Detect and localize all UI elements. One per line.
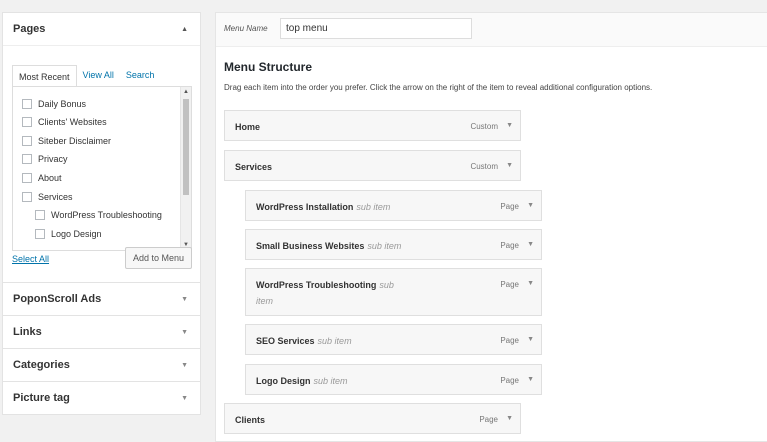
checklist-item[interactable]: Clients' Websites bbox=[22, 117, 107, 127]
caret-down-icon[interactable]: ▼ bbox=[181, 362, 190, 369]
menu-item-title: WordPress Installation sub item bbox=[256, 202, 391, 212]
checklist-item[interactable]: About bbox=[22, 173, 62, 183]
pages-checklist[interactable]: Daily Bonus Clients' Websites Siteber Di… bbox=[12, 86, 192, 251]
scroll-up-arrow-icon[interactable]: ▲ bbox=[181, 89, 191, 95]
menu-item-type: Page bbox=[500, 202, 519, 211]
menu-name-input[interactable]: top menu bbox=[280, 18, 472, 39]
tab-most-recent[interactable]: Most Recent bbox=[12, 65, 77, 87]
add-to-menu-button[interactable]: Add to Menu bbox=[124, 247, 192, 269]
menu-item-type: Custom bbox=[470, 162, 498, 171]
menu-item-seo-services[interactable]: SEO Services sub item Page ▼ bbox=[245, 324, 542, 355]
menu-item-home[interactable]: Home Custom ▼ bbox=[224, 110, 521, 141]
menu-item-title: Home bbox=[235, 122, 261, 132]
accordion-title: Categories bbox=[13, 359, 70, 371]
accordion-title: Picture tag bbox=[13, 392, 70, 404]
checklist-item-label: Clients' Websites bbox=[38, 117, 107, 127]
accordion-categories[interactable]: Categories ▼ bbox=[2, 349, 201, 382]
menu-item-services[interactable]: Services Custom ▼ bbox=[224, 150, 521, 181]
menu-item-clients[interactable]: Clients Page ▼ bbox=[224, 403, 521, 434]
menu-structure-description: Drag each item into the order you prefer… bbox=[224, 83, 653, 92]
checklist-item-label: Services bbox=[38, 192, 73, 202]
checklist-item[interactable]: Siteber Disclaimer bbox=[22, 136, 111, 146]
checklist-item[interactable]: Logo Design bbox=[35, 229, 102, 239]
caret-down-icon[interactable]: ▼ bbox=[181, 395, 190, 402]
checklist-item-label: WordPress Troubleshooting bbox=[51, 210, 162, 220]
select-all-link[interactable]: Select All bbox=[12, 254, 49, 264]
expand-arrow-icon[interactable]: ▼ bbox=[506, 415, 513, 422]
menu-items-panel: Pages ▲ Most Recent View All Search Dail… bbox=[2, 12, 201, 415]
menu-item-wordpress-installation[interactable]: WordPress Installation sub item Page ▼ bbox=[245, 190, 542, 221]
tab-view-all[interactable]: View All bbox=[77, 64, 120, 86]
menu-item-type: Custom bbox=[470, 122, 498, 131]
sub-item-label: sub item bbox=[317, 336, 352, 346]
menu-item-type: Page bbox=[500, 336, 519, 345]
expand-arrow-icon[interactable]: ▼ bbox=[527, 376, 534, 383]
menu-item-title: WordPress Troubleshooting sub bbox=[256, 280, 394, 290]
accordion-links[interactable]: Links ▼ bbox=[2, 316, 201, 349]
accordion-title: Links bbox=[13, 326, 42, 338]
expand-arrow-icon[interactable]: ▼ bbox=[506, 122, 513, 129]
tab-search[interactable]: Search bbox=[120, 64, 161, 86]
expand-arrow-icon[interactable]: ▼ bbox=[527, 241, 534, 248]
pages-box: Pages ▲ Most Recent View All Search Dail… bbox=[2, 12, 201, 283]
checkbox[interactable] bbox=[22, 154, 32, 164]
sub-item-label: sub item bbox=[367, 241, 402, 251]
checklist-item-label: Logo Design bbox=[51, 229, 102, 239]
menu-name-label: Menu Name bbox=[224, 24, 268, 33]
menu-item-title: Small Business Websites sub item bbox=[256, 241, 402, 251]
checkbox[interactable] bbox=[35, 229, 45, 239]
pages-box-title: Pages bbox=[13, 23, 46, 35]
caret-up-icon[interactable]: ▲ bbox=[181, 26, 190, 33]
checkbox[interactable] bbox=[22, 192, 32, 202]
checklist-item[interactable]: Services bbox=[22, 192, 73, 202]
checklist-item-label: Siteber Disclaimer bbox=[38, 136, 112, 146]
menu-item-small-business-websites[interactable]: Small Business Websites sub item Page ▼ bbox=[245, 229, 542, 260]
menu-item-logo-design[interactable]: Logo Design sub item Page ▼ bbox=[245, 364, 542, 395]
sub-item-label: sub bbox=[379, 280, 394, 290]
sub-item-label: sub item bbox=[313, 376, 348, 386]
sub-item-label-cont: item bbox=[256, 296, 274, 306]
menu-item-type: Page bbox=[479, 415, 498, 424]
accordion-picture-tag[interactable]: Picture tag ▼ bbox=[2, 382, 201, 415]
menu-name-row: Menu Name top menu bbox=[216, 13, 767, 47]
checkbox[interactable] bbox=[22, 117, 32, 127]
menu-item-type: Page bbox=[500, 280, 519, 289]
caret-down-icon[interactable]: ▼ bbox=[181, 296, 190, 303]
expand-arrow-icon[interactable]: ▼ bbox=[527, 336, 534, 343]
menu-editor-panel: Menu Name top menu Menu Structure Drag e… bbox=[215, 12, 767, 442]
scrollbar[interactable]: ▲ ▼ bbox=[180, 87, 191, 250]
expand-arrow-icon[interactable]: ▼ bbox=[527, 280, 534, 287]
menu-item-type: Page bbox=[500, 241, 519, 250]
checkbox[interactable] bbox=[22, 99, 32, 109]
menu-item-type: Page bbox=[500, 376, 519, 385]
checkbox[interactable] bbox=[22, 136, 32, 146]
accordion-poponscroll-ads[interactable]: PoponScroll Ads ▼ bbox=[2, 283, 201, 316]
checklist-item-label: Privacy bbox=[38, 154, 68, 164]
menu-item-wordpress-troubleshooting[interactable]: WordPress Troubleshooting sub item Page ▼ bbox=[245, 268, 542, 316]
menu-item-title: Services bbox=[235, 162, 273, 172]
checklist-item[interactable]: WordPress Troubleshooting bbox=[35, 210, 162, 220]
menu-item-title: SEO Services sub item bbox=[256, 336, 352, 346]
menu-item-title: Logo Design sub item bbox=[256, 376, 348, 386]
checklist-item[interactable]: Privacy bbox=[22, 154, 68, 164]
expand-arrow-icon[interactable]: ▼ bbox=[506, 162, 513, 169]
menu-structure-title: Menu Structure bbox=[224, 60, 313, 74]
checklist-item-label: Daily Bonus bbox=[38, 99, 87, 109]
menu-item-title: Clients bbox=[235, 415, 266, 425]
expand-arrow-icon[interactable]: ▼ bbox=[527, 202, 534, 209]
checkbox[interactable] bbox=[35, 210, 45, 220]
pages-tabs: Most Recent View All Search bbox=[12, 64, 161, 87]
caret-down-icon[interactable]: ▼ bbox=[181, 329, 190, 336]
sub-item-label: sub item bbox=[356, 202, 391, 212]
checkbox[interactable] bbox=[22, 173, 32, 183]
checklist-item-label: About bbox=[38, 173, 62, 183]
accordion-title: PoponScroll Ads bbox=[13, 293, 102, 305]
pages-box-header[interactable]: Pages ▲ bbox=[3, 13, 200, 46]
scrollbar-thumb[interactable] bbox=[183, 99, 189, 195]
checklist-item[interactable]: Daily Bonus bbox=[22, 99, 86, 109]
